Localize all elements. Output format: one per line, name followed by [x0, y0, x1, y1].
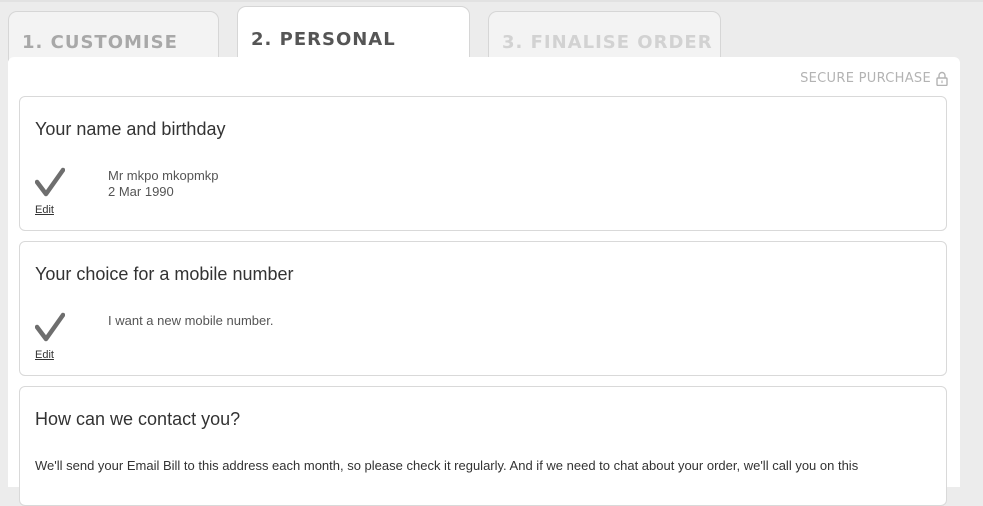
tab-finalise-order-label: 3. FINALISE ORDER — [502, 32, 713, 53]
mobile-choice-value: I want a new mobile number. — [108, 313, 274, 328]
birthday-value: 2 Mar 1990 — [108, 184, 174, 199]
secure-purchase-badge: SECURE PURCHASE — [800, 71, 948, 86]
mobile-number-title: Your choice for a mobile number — [35, 264, 294, 284]
contact-description: We'll send your Email Bill to this addre… — [35, 458, 859, 473]
tab-customise-label: 1. CUSTOMISE — [22, 32, 178, 53]
check-icon — [35, 312, 65, 342]
mobile-number-card: Your choice for a mobile number Edit I w… — [19, 241, 947, 376]
top-divider — [0, 0, 983, 2]
secure-purchase-label: SECURE PURCHASE — [800, 71, 931, 86]
name-birthday-title: Your name and birthday — [35, 119, 226, 139]
tab-customise[interactable]: 1. CUSTOMISE — [8, 11, 219, 61]
personal-details-panel: SECURE PURCHASE Your name and birthday E… — [8, 57, 960, 506]
name-birthday-details: Mr mkpo mkopmkp 2 Mar 1990 — [108, 168, 219, 200]
contact-title: How can we contact you? — [35, 409, 241, 429]
name-birthday-card: Your name and birthday Edit Mr mkpo mkop… — [19, 96, 947, 231]
tab-personal-details[interactable]: 2. PERSONAL DETAILS — [237, 6, 470, 116]
lock-icon — [936, 71, 948, 86]
tab-finalise-order: 3. FINALISE ORDER — [488, 11, 721, 61]
edit-mobile-link[interactable]: Edit — [35, 349, 54, 361]
edit-name-link[interactable]: Edit — [35, 204, 54, 216]
name-value: Mr mkpo mkopmkp — [108, 168, 219, 183]
check-icon — [35, 167, 65, 197]
contact-card: How can we contact you? We'll send your … — [19, 386, 947, 506]
